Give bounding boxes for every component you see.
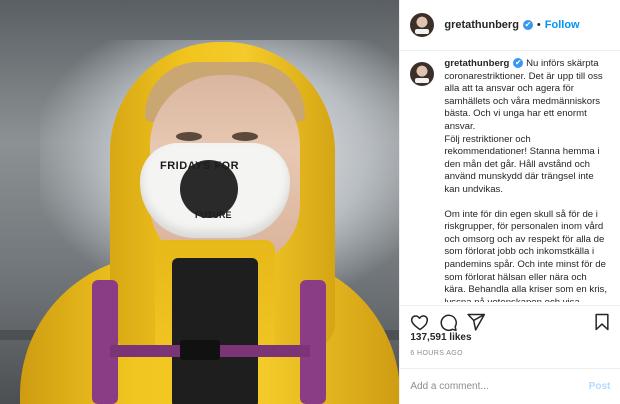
fleece-jacket [172, 258, 258, 404]
header-separator: • [536, 19, 541, 31]
right-eye [232, 132, 258, 141]
caption-paragraph-2: Om inte för din egen skull så för de i r… [444, 208, 607, 302]
like-count[interactable]: 137,591 likes [410, 332, 471, 343]
mask-text-top: FRIDAYS FOR [160, 160, 240, 172]
post-timestamp[interactable]: 6 HOURS AGO [410, 350, 463, 357]
caption-text: gretathunberg ✔ Nu införs skärpta coronar… [444, 58, 610, 302]
post-side-panel: gretathunberg ✔ • Follow gretathunberg ✔ … [399, 0, 620, 404]
header-username[interactable]: gretathunberg [444, 19, 519, 31]
instagram-post: FRIDAYS FOR FUTURE gretathunberg ✔ • Fol… [0, 0, 620, 404]
caption-row: gretathunberg ✔ Nu införs skärpta coronar… [400, 58, 620, 302]
caption-paragraph-1-text: Nu införs skärpta coronarestriktioner. D… [444, 58, 603, 195]
caption-username[interactable]: gretathunberg [444, 58, 509, 69]
avatar[interactable] [410, 13, 435, 37]
post-photo[interactable]: FRIDAYS FOR FUTURE [0, 0, 400, 404]
verified-badge-icon: ✔ [522, 20, 533, 30]
post-header: gretathunberg ✔ • Follow [400, 0, 620, 51]
mask-text-bottom: FUTURE [195, 210, 232, 220]
caption-verified-icon: ✔ [513, 58, 524, 69]
caption-avatar[interactable] [410, 62, 435, 86]
caption-paragraph-1: gretathunberg ✔ Nu införs skärpta coronar… [444, 58, 610, 197]
comment-input[interactable]: Add a comment... [410, 381, 488, 392]
backpack-buckle [180, 340, 220, 360]
post-comment-button[interactable]: Post [589, 381, 611, 392]
heart-icon[interactable] [410, 312, 430, 332]
bookmark-icon[interactable] [592, 312, 612, 332]
backpack-strap-left [92, 280, 118, 404]
follow-button[interactable]: Follow [545, 19, 580, 31]
send-icon[interactable] [466, 312, 486, 332]
comment-icon[interactable] [438, 312, 458, 332]
backpack-strap-right [300, 280, 326, 404]
caption-area[interactable]: gretathunberg ✔ Nu införs skärpta coronar… [400, 58, 620, 302]
comment-box: Add a comment... Post [400, 368, 620, 404]
left-eye [176, 132, 202, 141]
